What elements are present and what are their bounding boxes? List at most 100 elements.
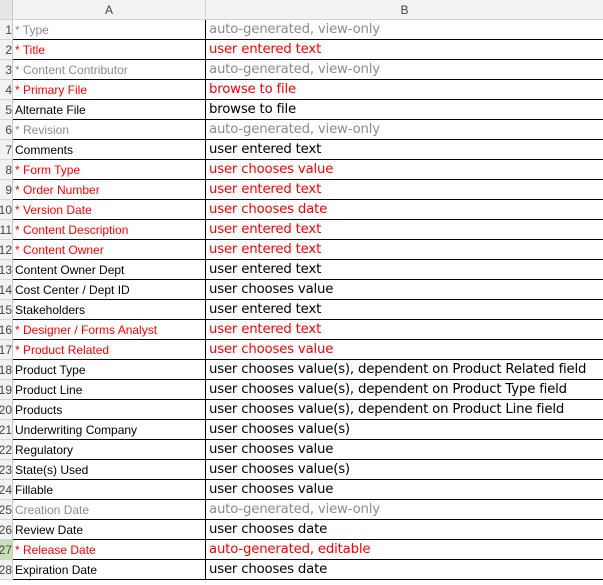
field-name-cell[interactable]: * Version Date — [13, 200, 206, 220]
field-name-cell[interactable]: * Release Date — [13, 540, 206, 560]
row-header[interactable]: 13 — [0, 260, 13, 280]
field-name-cell[interactable]: * Revision — [13, 120, 206, 140]
field-value-cell[interactable]: user chooses value — [206, 440, 603, 460]
field-name-cell[interactable]: Stakeholders — [13, 300, 206, 320]
table-row: 8 * Form Type user chooses value — [0, 160, 603, 180]
field-value-cell[interactable]: browse to file — [206, 100, 603, 120]
table-row: 6 * Revision auto-generated, view-only — [0, 120, 603, 140]
field-name-cell[interactable]: Comments — [13, 140, 206, 160]
row-header[interactable]: 9 — [0, 180, 13, 200]
field-value-cell[interactable]: user chooses date — [206, 520, 603, 540]
field-value-cell[interactable]: user chooses value — [206, 340, 603, 360]
field-value-cell[interactable]: auto-generated, view-only — [206, 120, 603, 140]
field-value-cell[interactable]: user entered text — [206, 220, 603, 240]
field-value-cell[interactable]: user chooses value — [206, 480, 603, 500]
field-value-cell[interactable]: browse to file — [206, 80, 603, 100]
field-value-cell[interactable]: user entered text — [206, 40, 603, 60]
table-row: 2 * Title user entered text — [0, 40, 603, 60]
field-name-cell[interactable]: * Type — [13, 20, 206, 40]
row-header[interactable]: 12 — [0, 240, 13, 260]
field-value-cell[interactable]: auto-generated, editable — [206, 540, 603, 560]
field-name-cell[interactable]: Content Owner Dept — [13, 260, 206, 280]
field-name-cell[interactable]: * Designer / Forms Analyst — [13, 320, 206, 340]
field-name-cell[interactable]: Fillable — [13, 480, 206, 500]
column-header-a[interactable]: A — [13, 0, 206, 20]
table-row: 13Content Owner Deptuser entered text — [0, 260, 603, 280]
field-name-cell[interactable]: * Product Related — [13, 340, 206, 360]
field-name-cell[interactable]: * Content Contributor — [13, 60, 206, 80]
row-header[interactable]: 5 — [0, 100, 13, 120]
select-all-corner[interactable] — [0, 0, 13, 20]
field-value-cell[interactable]: user entered text — [206, 320, 603, 340]
row-header[interactable]: 22 — [0, 440, 13, 460]
field-value-cell[interactable]: user chooses value(s) — [206, 460, 603, 480]
field-value-cell[interactable]: user chooses date — [206, 560, 603, 580]
row-header[interactable]: 20 — [0, 400, 13, 420]
row-header[interactable]: 8 — [0, 160, 13, 180]
row-header[interactable]: 10 — [0, 200, 13, 220]
field-name-cell[interactable]: Cost Center / Dept ID — [13, 280, 206, 300]
row-header[interactable]: 19 — [0, 380, 13, 400]
row-header[interactable]: 24 — [0, 480, 13, 500]
row-header[interactable]: 26 — [0, 520, 13, 540]
field-value-cell[interactable]: user chooses value(s), dependent on Prod… — [206, 380, 603, 400]
row-header[interactable]: 2 — [0, 40, 13, 60]
field-value-cell[interactable]: user chooses value — [206, 160, 603, 180]
field-name-cell[interactable]: Regulatory — [13, 440, 206, 460]
row-header[interactable]: 25 — [0, 500, 13, 520]
field-name-cell[interactable]: * Primary File — [13, 80, 206, 100]
row-header[interactable]: 23 — [0, 460, 13, 480]
table-row: 25Creation Dateauto-generated, view-only — [0, 500, 603, 520]
field-value-cell[interactable]: user chooses date — [206, 200, 603, 220]
row-header[interactable]: 6 — [0, 120, 13, 140]
field-name-cell[interactable]: Alternate File — [13, 100, 206, 120]
row-header[interactable]: 16 — [0, 320, 13, 340]
table-row: 10* Version Dateuser chooses date — [0, 200, 603, 220]
field-name-cell[interactable]: * Form Type — [13, 160, 206, 180]
row-header[interactable]: 21 — [0, 420, 13, 440]
field-value-cell[interactable]: user entered text — [206, 240, 603, 260]
field-value-cell[interactable]: user chooses value — [206, 280, 603, 300]
field-name-cell[interactable]: * Content Description — [13, 220, 206, 240]
row-header[interactable]: 1 — [0, 20, 13, 40]
row-header[interactable]: 27 — [0, 540, 13, 560]
row-header[interactable]: 4 — [0, 80, 13, 100]
field-name-cell[interactable]: Creation Date — [13, 500, 206, 520]
field-name-cell[interactable]: Expiration Date — [13, 560, 206, 580]
field-value-cell[interactable]: auto-generated, view-only — [206, 60, 603, 80]
row-header[interactable]: 17 — [0, 340, 13, 360]
field-value-cell[interactable]: user chooses value(s), dependent on Prod… — [206, 400, 603, 420]
field-value-cell[interactable]: user entered text — [206, 260, 603, 280]
field-value-cell[interactable]: auto-generated, view-only — [206, 500, 603, 520]
field-name-cell[interactable]: * Order Number — [13, 180, 206, 200]
field-value-cell[interactable]: auto-generated, view-only — [206, 20, 603, 40]
field-value-cell[interactable]: user entered text — [206, 180, 603, 200]
table-row: 7 Comments user entered text — [0, 140, 603, 160]
field-value-cell[interactable]: user chooses value(s), dependent on Prod… — [206, 360, 603, 380]
field-name-cell[interactable]: Product Type — [13, 360, 206, 380]
row-header[interactable]: 18 — [0, 360, 13, 380]
table-row: 20Productsuser chooses value(s), depende… — [0, 400, 603, 420]
table-row: 1 * Type auto-generated, view-only — [0, 20, 603, 40]
row-header[interactable]: 15 — [0, 300, 13, 320]
field-name-cell[interactable]: * Content Owner — [13, 240, 206, 260]
field-name-cell[interactable]: Underwriting Company — [13, 420, 206, 440]
row-header[interactable]: 3 — [0, 60, 13, 80]
table-row: 27* Release Dateauto-generated, editable — [0, 540, 603, 560]
field-value-cell[interactable]: user chooses value(s) — [206, 420, 603, 440]
row-header[interactable]: 14 — [0, 280, 13, 300]
table-row: 12* Content Owneruser entered text — [0, 240, 603, 260]
table-row: 11 * Content Description user entered text — [0, 220, 603, 240]
table-row: 21Underwriting Companyuser chooses value… — [0, 420, 603, 440]
field-value-cell[interactable]: user entered text — [206, 300, 603, 320]
row-header[interactable]: 11 — [0, 220, 13, 240]
column-header-b[interactable]: B — [206, 0, 603, 20]
field-name-cell[interactable]: * Title — [13, 40, 206, 60]
field-name-cell[interactable]: Review Date — [13, 520, 206, 540]
field-name-cell[interactable]: Product Line — [13, 380, 206, 400]
field-value-cell[interactable]: user entered text — [206, 140, 603, 160]
row-header[interactable]: 28 — [0, 560, 13, 580]
row-header[interactable]: 7 — [0, 140, 13, 160]
field-name-cell[interactable]: State(s) Used — [13, 460, 206, 480]
field-name-cell[interactable]: Products — [13, 400, 206, 420]
